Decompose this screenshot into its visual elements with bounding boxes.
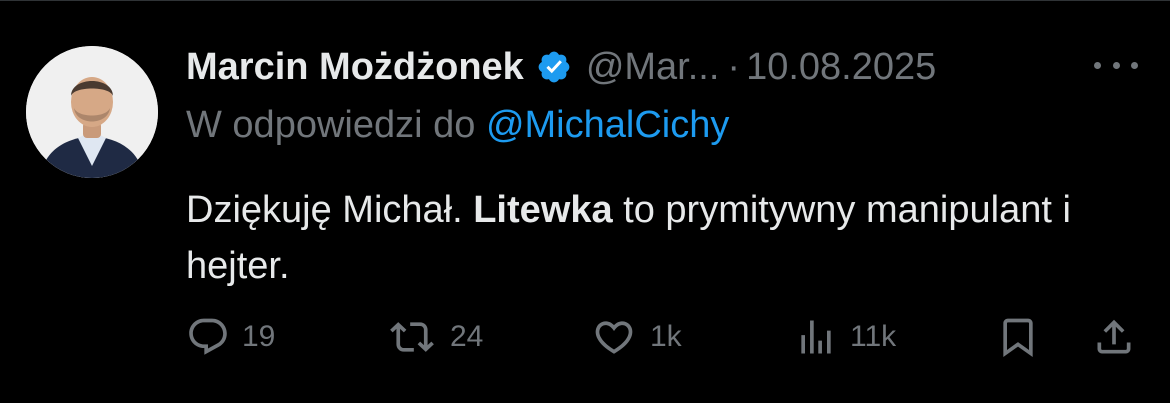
reply-icon	[189, 318, 227, 355]
tweet-text: Dziękuję Michał. Litewka to prymitywny m…	[186, 182, 1106, 294]
bookmark-icon	[1003, 318, 1033, 358]
views-count: 11k	[850, 320, 897, 353]
share-icon	[1097, 319, 1131, 354]
reply-prefix: W odpowiedzi do	[186, 104, 476, 146]
verified-badge-icon[interactable]	[536, 49, 572, 85]
repost-icon	[390, 322, 434, 352]
more-dot	[1131, 61, 1138, 69]
tweet-header: Marcin Możdżonek @Mar... · 10.08.2025	[186, 42, 936, 92]
views-icon	[801, 320, 831, 354]
more-dot	[1112, 61, 1120, 69]
author-name[interactable]: Marcin Możdżonek	[186, 46, 524, 89]
author-handle[interactable]: @Mar...	[586, 46, 720, 89]
tweet-text-part: Dziękuję Michał.	[186, 189, 474, 231]
top-divider	[0, 0, 1170, 1]
reply-count: 19	[242, 320, 276, 353]
views-button[interactable]: 11k	[794, 312, 896, 362]
avatar[interactable]	[26, 46, 158, 178]
more-dot	[1094, 61, 1101, 69]
share-button[interactable]	[1092, 312, 1136, 362]
like-icon	[595, 321, 633, 354]
tweet-text-bold: Litewka	[473, 189, 613, 231]
repost-count: 24	[450, 320, 484, 353]
reply-mention-link[interactable]: @MichalCichy	[486, 104, 729, 146]
avatar-photo	[26, 46, 158, 178]
more-options-icon[interactable]	[1094, 50, 1138, 80]
like-button[interactable]: 1k	[590, 312, 682, 362]
like-count: 1k	[650, 320, 682, 353]
tweet-date[interactable]: 10.08.2025	[746, 46, 936, 89]
repost-button[interactable]: 24	[386, 312, 483, 362]
action-bar: 19 24 1k 11k	[0, 312, 1170, 362]
bookmark-button[interactable]	[996, 312, 1040, 362]
reply-context: W odpowiedzi do @MichalCichy	[186, 104, 729, 147]
reply-button[interactable]: 19	[186, 312, 275, 362]
header-separator: ·	[727, 45, 741, 88]
